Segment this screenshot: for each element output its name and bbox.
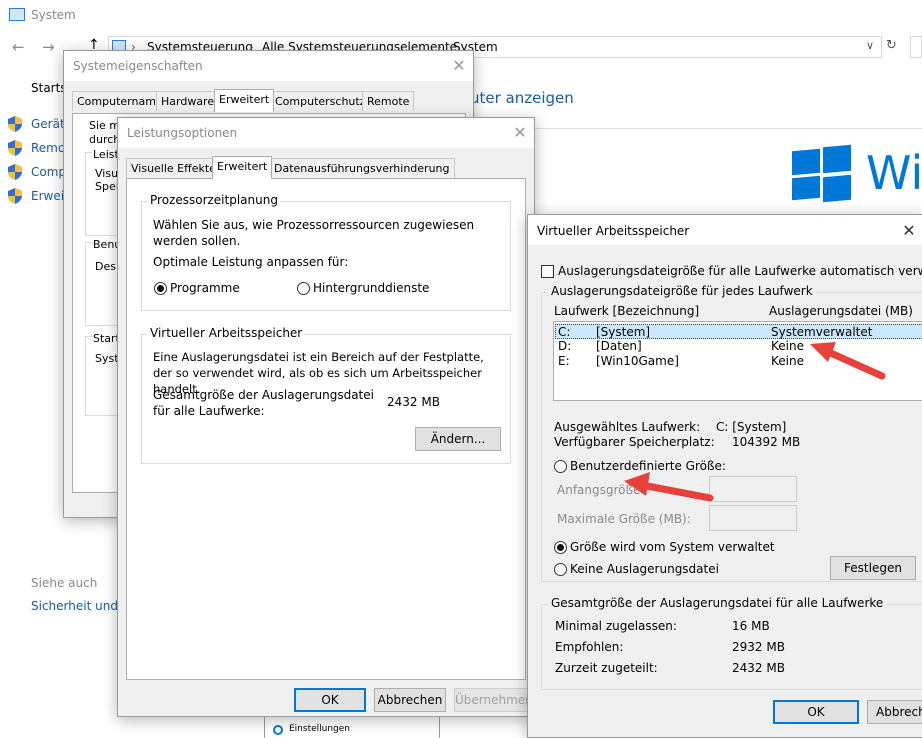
drive-pagefile: Systemverwaltet [771, 325, 873, 339]
max-size-label: Maximale Größe (MB): [557, 512, 691, 526]
drive-label: [Win10Game] [596, 354, 679, 368]
services-radio-label[interactable]: Hintergrunddienste [313, 281, 429, 295]
free-space-label: Verfügbarer Speicherplatz: [554, 435, 715, 449]
optimize-label: Optimale Leistung anpassen für: [153, 255, 349, 269]
system-window-title: System [31, 8, 76, 22]
virtual-memory-dialog: Virtueller Arbeitsspeicher ✕ Auslagerung… [527, 214, 922, 738]
drive-label: [Daten] [596, 339, 642, 353]
apply-button[interactable]: Übernehmen [454, 688, 533, 712]
system-managed-label[interactable]: Größe wird vom System verwaltet [570, 540, 775, 554]
total-size-value: 2432 MB [387, 395, 440, 409]
initial-size-input[interactable] [709, 476, 797, 502]
tab-computername[interactable]: Computername [72, 91, 168, 111]
programs-radio-label[interactable]: Programme [170, 281, 240, 295]
perf-tabstrip: Visuelle Effekte Erweitert Datenausführu… [126, 156, 526, 179]
programs-radio[interactable] [154, 282, 167, 295]
shield-icon [8, 164, 22, 180]
left-nav-item[interactable]: Comp [31, 165, 66, 179]
list-item[interactable]: C: [System] Systemverwaltet [555, 324, 922, 339]
pagefile-column-header: Auslagerungsdatei (MB) [769, 304, 913, 318]
set-button[interactable]: Festlegen [830, 556, 916, 580]
no-pagefile-radio[interactable] [554, 563, 567, 576]
total-size-label: Gesamtgröße der Auslagerungsdatei für al… [153, 388, 374, 418]
drive-list[interactable]: C: [System] Systemverwaltet D: [Daten] K… [553, 321, 922, 401]
custom-size-radio[interactable] [554, 460, 567, 473]
refresh-icon[interactable]: ↻ [886, 38, 897, 53]
system-app-icon [9, 8, 25, 21]
recommended-value: 2932 MB [732, 640, 785, 654]
custom-size-label[interactable]: Benutzerdefinierte Größe: [570, 459, 726, 473]
drive-column-header: Laufwerk [Bezeichnung] [554, 304, 700, 318]
drive-pagefile: Keine [771, 354, 804, 368]
windows-logo [792, 144, 852, 203]
list-item[interactable]: D: [Daten] Keine [555, 339, 922, 354]
content-divider [470, 128, 922, 129]
shield-icon [8, 188, 22, 204]
settings-gear-icon [273, 725, 283, 735]
view-computer-link[interactable]: uter anzeigen [470, 89, 574, 107]
bottom-window-fragment: Einstellungen [264, 716, 440, 738]
sysprops-tabstrip: Computername Hardware Erweitert Computer… [72, 89, 466, 113]
system-titlebar: System [0, 0, 922, 32]
cancel-button[interactable]: Abbrechen [374, 688, 446, 712]
tab-visual-effects[interactable]: Visuelle Effekte [126, 158, 221, 178]
vm-titlebar: Virtueller Arbeitsspeicher ✕ [528, 215, 922, 245]
tab-computerschutz[interactable]: Computerschutz [270, 91, 371, 111]
vm-title: Virtueller Arbeitsspeicher [537, 224, 690, 238]
search-box[interactable] [910, 36, 922, 58]
ok-button[interactable]: OK [773, 700, 859, 724]
close-icon[interactable]: ✕ [448, 55, 470, 77]
tab-erweitert[interactable]: Erweitert [214, 89, 275, 112]
system-managed-radio[interactable] [554, 541, 567, 554]
allocated-label: Zurzeit zugeteilt: [555, 661, 658, 675]
virtual-memory-label: Virtueller Arbeitsspeicher [147, 326, 306, 340]
allocated-value: 2432 MB [732, 661, 785, 675]
cancel-button[interactable]: Abbrech [867, 700, 922, 724]
services-radio[interactable] [297, 282, 310, 295]
cpu-scheduling-label: Prozessorzeitplanung [147, 193, 281, 207]
perf-title: Leistungsoptionen [127, 126, 238, 140]
selected-drive-label: Ausgewähltes Laufwerk: [554, 420, 701, 434]
totals-group-label: Gesamtgröße der Auslagerungsdatei für al… [548, 596, 887, 610]
initial-size-label: Anfangsgröße [557, 483, 641, 497]
forward-arrow-icon[interactable]: → [42, 38, 55, 56]
settings-item-label[interactable]: Einstellungen [289, 724, 350, 734]
min-allowed-value: 16 MB [732, 619, 770, 633]
ok-button[interactable]: OK [294, 688, 366, 712]
drive-letter: D: [558, 339, 572, 353]
drive-letter: C: [558, 325, 571, 339]
max-size-input[interactable] [709, 505, 797, 531]
drive-letter: E: [558, 354, 570, 368]
change-button[interactable]: Ändern... [415, 427, 501, 451]
windows-brand-text: Wi [866, 146, 922, 200]
perf-titlebar: Leistungsoptionen ✕ [118, 118, 534, 148]
list-item[interactable]: E: [Win10Game] Keine [555, 354, 922, 369]
recommended-label: Empfohlen: [555, 640, 624, 654]
per-drive-group-label: Auslagerungsdateigröße für jedes Laufwer… [548, 284, 816, 298]
tab-remote[interactable]: Remote [362, 91, 415, 111]
close-icon[interactable]: ✕ [898, 220, 920, 242]
free-space-value: 104392 MB [732, 435, 801, 449]
tab-erweitert[interactable]: Erweitert [212, 156, 273, 179]
back-arrow-icon[interactable]: ← [12, 38, 25, 56]
tab-dep[interactable]: Datenausführungsverhinderung [269, 158, 455, 178]
sysprops-title: Systemeigenschaften [73, 59, 203, 73]
min-allowed-label: Minimal zugelassen: [555, 619, 677, 633]
perf-tabpanel: Prozessorzeitplanung Wählen Sie aus, wie… [126, 178, 526, 680]
shield-icon [8, 116, 22, 132]
drive-pagefile: Keine [771, 339, 804, 353]
auto-manage-checkbox[interactable] [541, 265, 554, 278]
auto-manage-label[interactable]: Auslagerungsdateigröße für alle Laufwerk… [558, 264, 922, 278]
selected-drive-value: C: [System] [716, 420, 787, 434]
sysprops-titlebar: Systemeigenschaften ✕ [64, 51, 473, 81]
performance-options-dialog: Leistungsoptionen ✕ Visuelle Effekte Erw… [117, 117, 535, 717]
no-pagefile-label[interactable]: Keine Auslagerungsdatei [570, 562, 719, 576]
drive-label: [System] [596, 325, 651, 339]
cpu-description: Wählen Sie aus, wie Prozessorressourcen … [153, 218, 475, 248]
close-icon[interactable]: ✕ [509, 122, 531, 144]
see-also-heading: Siehe auch [31, 576, 98, 590]
tab-hardware[interactable]: Hardware [156, 91, 220, 111]
chevron-down-icon[interactable]: ∨ [866, 39, 874, 52]
shield-icon [8, 140, 22, 156]
